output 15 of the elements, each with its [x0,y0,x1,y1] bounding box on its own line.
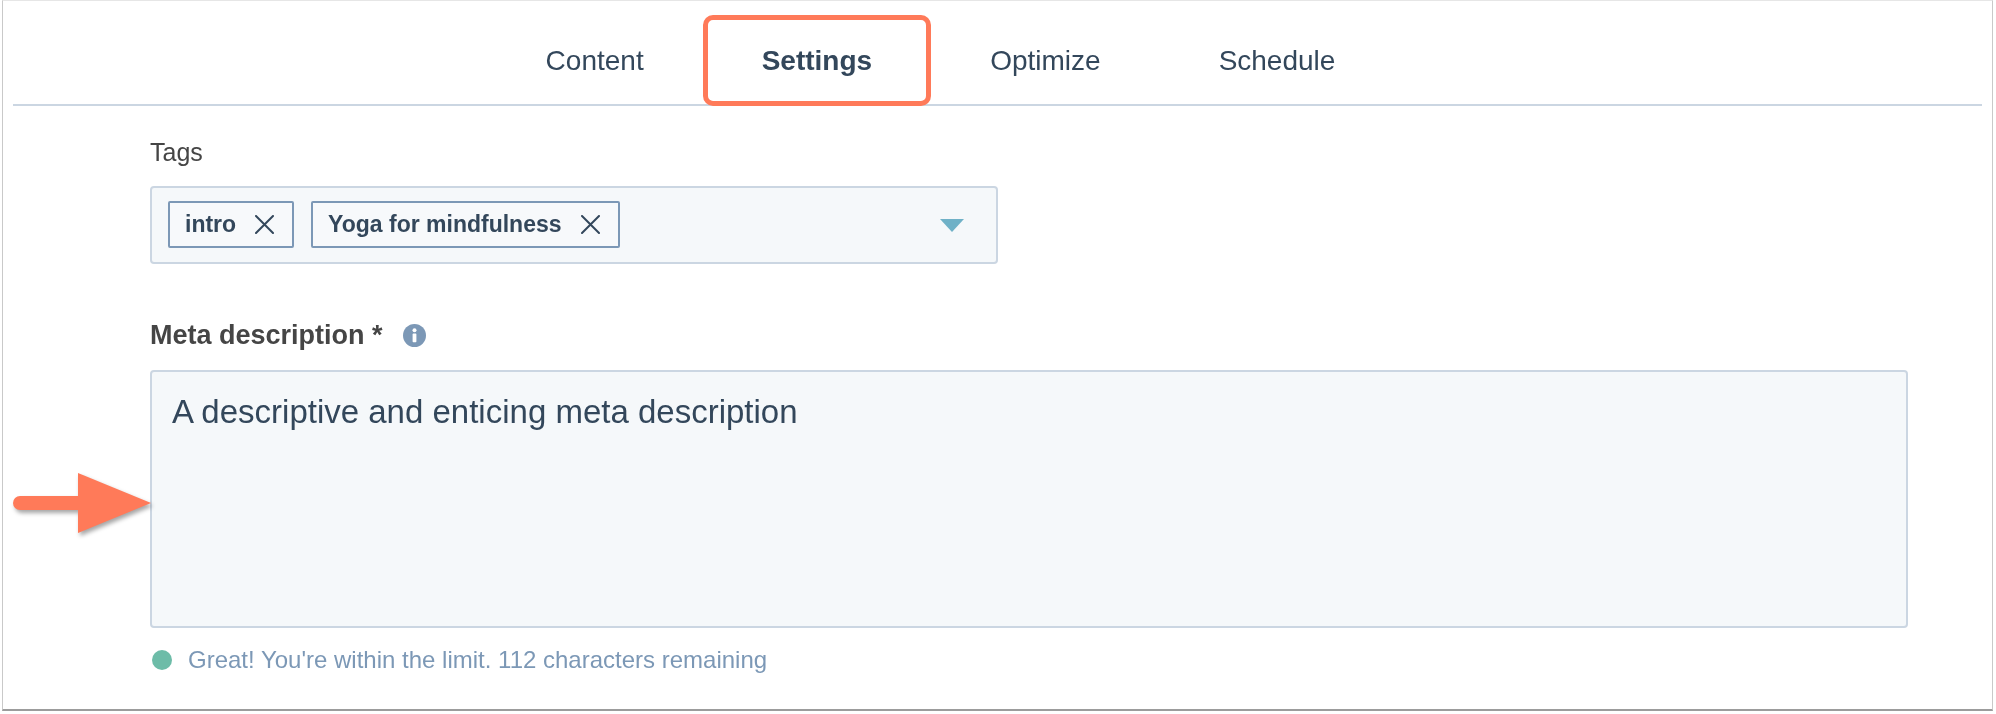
close-icon[interactable] [255,215,275,234]
info-icon[interactable] [402,323,426,347]
meta-description-label: Meta description * [150,319,383,351]
tab[interactable]: Schedule [1159,15,1395,106]
tags-field[interactable]: intro Yoga for mindfulness [150,186,998,264]
tag-text: Yoga for mindfulness [328,213,562,236]
character-count-message: Great! You're within the limit. 112 characters remaining [188,645,768,675]
tab[interactable]: Content [486,15,703,106]
tags-label: Tags [150,137,204,167]
close-icon[interactable] [580,215,600,234]
tag-text: intro [185,213,237,236]
tab[interactable]: Optimize [931,15,1160,106]
meta-description-field[interactable]: A descriptive and enticing meta description [150,370,1908,628]
tab[interactable]: Settings [702,15,932,106]
arrow-icon [13,473,151,533]
